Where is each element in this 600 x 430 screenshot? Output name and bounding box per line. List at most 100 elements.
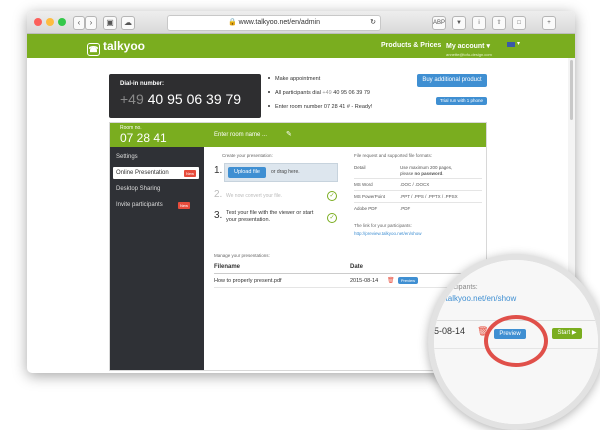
sidebar-icon[interactable]: ▣: [103, 16, 117, 30]
back-icon[interactable]: ‹: [73, 16, 85, 30]
info-step-1: Make appointment: [268, 76, 320, 82]
site-header: ☎ talkyoo Products & Prices My account ▾ …: [27, 34, 575, 58]
new-badge: New: [183, 170, 196, 177]
new-tab-icon[interactable]: +: [542, 16, 556, 30]
zoom-magnifier: participants: w.talkyoo.net/en/show 5-08…: [428, 254, 600, 430]
check-circle-icon: ✓: [327, 191, 337, 201]
sidebar-item-desktop-sharing[interactable]: Desktop Sharing: [116, 186, 160, 192]
row-date: 2015-08-14: [350, 278, 379, 284]
preview-button[interactable]: Preview: [398, 277, 418, 284]
scrollbar-thumb[interactable]: [570, 60, 573, 120]
room-sidebar: Settings Online Presentation New Desktop…: [110, 147, 204, 370]
close-window-button[interactable]: [34, 18, 42, 26]
format-value: .DOC / .DOCX: [400, 182, 430, 187]
format-row: Adobe PDF .PDF: [354, 203, 482, 214]
zoom-row-date: 5-08-14: [434, 326, 466, 336]
zoom-preview-button[interactable]: Preview: [494, 329, 526, 339]
upload-file-button[interactable]: Upload file: [228, 167, 266, 178]
new-badge: New: [178, 202, 191, 209]
format-row: Detail Use maximum 200 pages, please no …: [354, 163, 482, 179]
dial-country-code: +49: [120, 91, 144, 107]
nav-account-link[interactable]: My account ▾: [446, 42, 490, 50]
icloud-icon[interactable]: ☁: [121, 16, 135, 30]
language-chevron-icon[interactable]: ▾: [517, 40, 520, 47]
step-number-1: 1.: [214, 165, 223, 176]
format-value-2: please no password.: [400, 171, 444, 176]
reload-icon[interactable]: ↻: [370, 16, 376, 30]
buy-additional-product-button[interactable]: Buy additional product: [417, 74, 487, 87]
minimize-window-button[interactable]: [46, 18, 54, 26]
manage-heading: Manage your presentations:: [214, 253, 270, 258]
dial-in-box: Dial-in number: +49 40 95 06 39 79: [109, 74, 261, 118]
link-heading: The link for your participants:: [354, 223, 412, 228]
step-number-2: 2.: [214, 189, 223, 200]
zoom-start-button[interactable]: Start ▶: [552, 328, 582, 339]
url-text: www.talkyoo.net/en/admin: [238, 19, 320, 26]
address-bar[interactable]: 🔒 www.talkyoo.net/en/admin ↻: [167, 15, 381, 31]
format-key: MS Word: [354, 182, 373, 187]
step-3-text: Test your file with the viewer or start …: [226, 210, 313, 224]
step-3-line-1: Test your file with the viewer or start: [226, 210, 314, 216]
format-value: Use maximum 200 pages,: [400, 165, 453, 170]
format-row: MS PowerPoint .PPT / .PPS / .PPTX / .PPS…: [354, 191, 482, 203]
format-key: Detail: [354, 165, 366, 170]
bullet-icon: [268, 77, 270, 79]
participant-link[interactable]: http://preview.talkyoo.net/en/show: [354, 231, 422, 236]
format-key: MS PowerPoint: [354, 194, 386, 199]
play-icon: ▶: [571, 330, 577, 336]
sidebar-item-online-presentation[interactable]: Online Presentation New: [113, 167, 199, 179]
format-value-2-bold: no password: [414, 171, 443, 176]
account-email: annette@tofu-design.com: [446, 52, 492, 57]
highlight-circle: [484, 315, 548, 367]
forward-icon[interactable]: ›: [85, 16, 97, 30]
row-filename: How to properly present.pdf: [214, 278, 282, 284]
sidebar-item-label: Invite participants: [116, 202, 163, 208]
upload-dropzone[interactable]: Upload file or drag here.: [224, 163, 338, 182]
dial-in-label: Dial-in number:: [120, 81, 165, 87]
bullet-icon: [268, 91, 270, 93]
trash-icon[interactable]: 🗑: [387, 277, 395, 284]
format-row: MS Word .DOC / .DOCX: [354, 179, 482, 191]
info-step-1-text: Make appointment: [275, 76, 321, 82]
info-step-3-text: Enter room number 07 28 41 # - Ready!: [275, 104, 373, 110]
info-icon[interactable]: i: [472, 16, 486, 30]
zoom-participant-link[interactable]: w.talkyoo.net/en/show: [438, 294, 516, 303]
formats-heading: File request and supported file formats:: [354, 153, 433, 158]
lock-icon: 🔒: [228, 19, 237, 26]
step-3-line-2: your presentation.: [226, 217, 271, 223]
format-value: .PDF: [400, 206, 411, 211]
column-date: Date: [350, 264, 364, 270]
uk-flag-icon[interactable]: [507, 42, 515, 47]
bullet-icon: [268, 105, 270, 107]
sidebar-item-invite-participants[interactable]: Invite participants New: [116, 202, 202, 209]
format-value: .PPT / .PPS / .PPTX / .PPSX: [400, 194, 458, 199]
adblock-icon[interactable]: ABP: [432, 16, 446, 30]
nav-products-link[interactable]: Products & Prices: [381, 42, 441, 49]
check-circle-icon: ✓: [327, 213, 337, 223]
account-label: My account: [446, 43, 485, 50]
info-step-2-prefix: All participants dial: [275, 90, 323, 96]
logo[interactable]: ☎ talkyoo: [87, 39, 145, 56]
formats-table: Detail Use maximum 200 pages, please no …: [354, 163, 482, 214]
chevron-down-icon: ▾: [486, 43, 490, 50]
room-number: 07 28 41: [120, 131, 167, 145]
room-header: Room no. 07 28 41 Enter room name ... ✎: [110, 123, 486, 147]
dial-number-value: 40 95 06 39 79: [147, 91, 242, 107]
trial-run-button[interactable]: Trial run with 1 phone: [436, 97, 487, 105]
format-value-2-prefix: please: [400, 171, 415, 176]
room-name-input[interactable]: Enter room name ...: [214, 132, 267, 138]
info-step-2: All participants dial +49 40 95 06 39 79: [268, 90, 370, 96]
sidebar-item-settings[interactable]: Settings: [116, 154, 138, 160]
tabs-icon[interactable]: □: [512, 16, 526, 30]
start-label: Start: [557, 330, 571, 336]
drag-here-text: or drag here.: [271, 169, 300, 175]
create-heading: Create your presentation:: [222, 153, 273, 158]
share-icon[interactable]: ⇧: [492, 16, 506, 30]
step-number-3: 3.: [214, 210, 223, 221]
browser-toolbar: ‹ › ▣ ☁ 🔒 www.talkyoo.net/en/admin ↻ ABP…: [27, 11, 575, 34]
maximize-window-button[interactable]: [58, 18, 66, 26]
format-value-2-suffix: .: [442, 171, 444, 176]
pencil-icon[interactable]: ✎: [286, 130, 292, 138]
pocket-icon[interactable]: ▼: [452, 16, 466, 30]
column-filename: Filename: [214, 264, 241, 270]
